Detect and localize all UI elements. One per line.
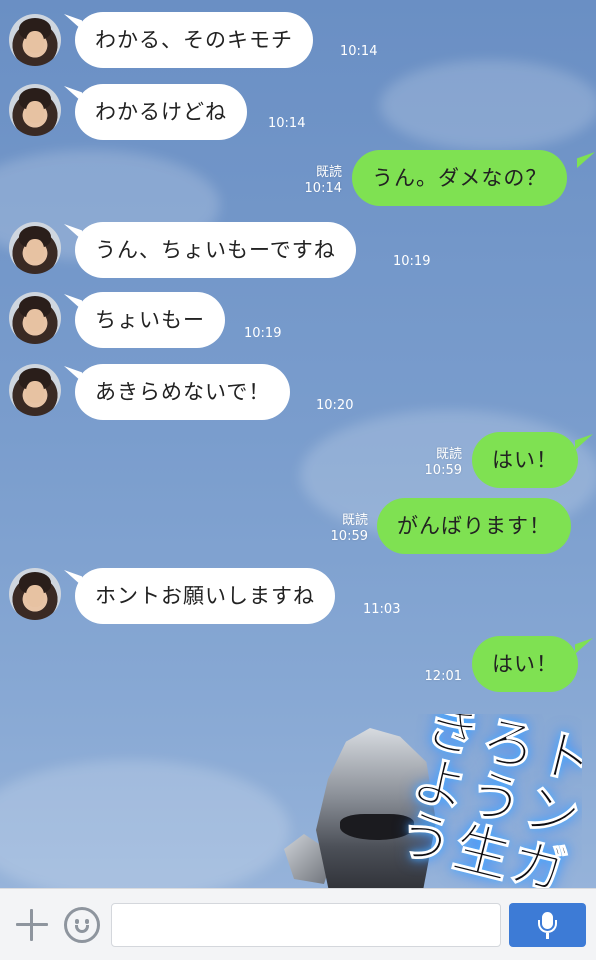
message-row: うん、ちょいもーですね 10:19 <box>0 222 596 282</box>
avatar[interactable] <box>9 14 61 66</box>
message-row: 12:01 はい！ <box>0 636 596 696</box>
chat-area[interactable]: わかる、そのキモチ 10:14 わかるけどね 10:14 既読 10:14 うん… <box>0 0 596 888</box>
message-meta: 既読 10:59 <box>416 447 462 479</box>
plus-icon[interactable] <box>14 907 50 943</box>
message-meta: 12:01 <box>416 669 462 685</box>
bubble-tail <box>575 638 593 654</box>
avatar[interactable] <box>9 292 61 344</box>
incoming-message[interactable]: ホントお願いしますね <box>75 568 335 624</box>
message-time: 10:14 <box>340 44 378 59</box>
bubble-tail <box>575 434 593 450</box>
mic-cup <box>538 920 557 933</box>
message-row: ちょいもー 10:19 <box>0 292 596 352</box>
avatar[interactable] <box>9 222 61 274</box>
read-receipt: 既読 <box>341 513 368 528</box>
message-row: あきらめないで！ 10:20 <box>0 364 596 424</box>
microphone-icon[interactable] <box>509 903 586 947</box>
read-receipt: 既読 <box>315 165 342 180</box>
message-row: わかる、そのキモチ 10:14 <box>0 12 596 72</box>
eye <box>75 919 79 924</box>
message-time: 11:03 <box>363 602 401 617</box>
incoming-message[interactable]: わかるけどね <box>75 84 247 140</box>
message-time: 10:59 <box>424 463 462 478</box>
message-time: 10:14 <box>304 181 342 196</box>
message-time: 10:19 <box>244 326 282 341</box>
incoming-message[interactable]: ちょいもー <box>75 292 225 348</box>
read-receipt: 既読 <box>435 447 462 462</box>
message-row: 既読 10:59 がんばります！ <box>0 498 596 558</box>
incoming-message[interactable]: あきらめないで！ <box>75 364 291 420</box>
message-time: 10:19 <box>393 254 431 269</box>
avatar[interactable] <box>9 364 61 416</box>
message-meta: 既読 10:59 <box>322 513 368 545</box>
incoming-message[interactable]: うん、ちょいもーですね <box>75 222 356 278</box>
sticker-text: トンガろう生きよう <box>383 714 582 888</box>
message-row: 既読 10:59 はい！ <box>0 432 596 492</box>
mic-stem <box>546 933 549 939</box>
outgoing-message[interactable]: がんばります！ <box>377 498 571 554</box>
message-row: ホントお願いしますね 11:03 <box>0 568 596 628</box>
sticker[interactable]: トンガろう生きよう <box>282 714 582 888</box>
message-input[interactable] <box>111 903 501 947</box>
message-meta: 既読 10:14 <box>296 165 342 197</box>
message-time: 10:20 <box>316 398 354 413</box>
message-time: 12:01 <box>424 669 462 684</box>
message-time: 10:14 <box>268 116 306 131</box>
bubble-tail <box>577 152 595 168</box>
eye <box>85 919 89 924</box>
incoming-message[interactable]: わかる、そのキモチ <box>75 12 313 68</box>
outgoing-message[interactable]: うん。ダメなの？ <box>352 150 568 206</box>
message-row: わかるけどね 10:14 <box>0 84 596 144</box>
avatar[interactable] <box>9 568 61 620</box>
avatar[interactable] <box>9 84 61 136</box>
mouth <box>75 925 89 933</box>
outgoing-message[interactable]: はい！ <box>472 432 578 488</box>
message-time: 10:59 <box>330 529 368 544</box>
smiley-icon[interactable] <box>64 907 100 943</box>
message-row: 既読 10:14 うん。ダメなの？ <box>0 150 596 210</box>
outgoing-message[interactable]: はい！ <box>472 636 578 692</box>
input-bar <box>0 888 596 960</box>
